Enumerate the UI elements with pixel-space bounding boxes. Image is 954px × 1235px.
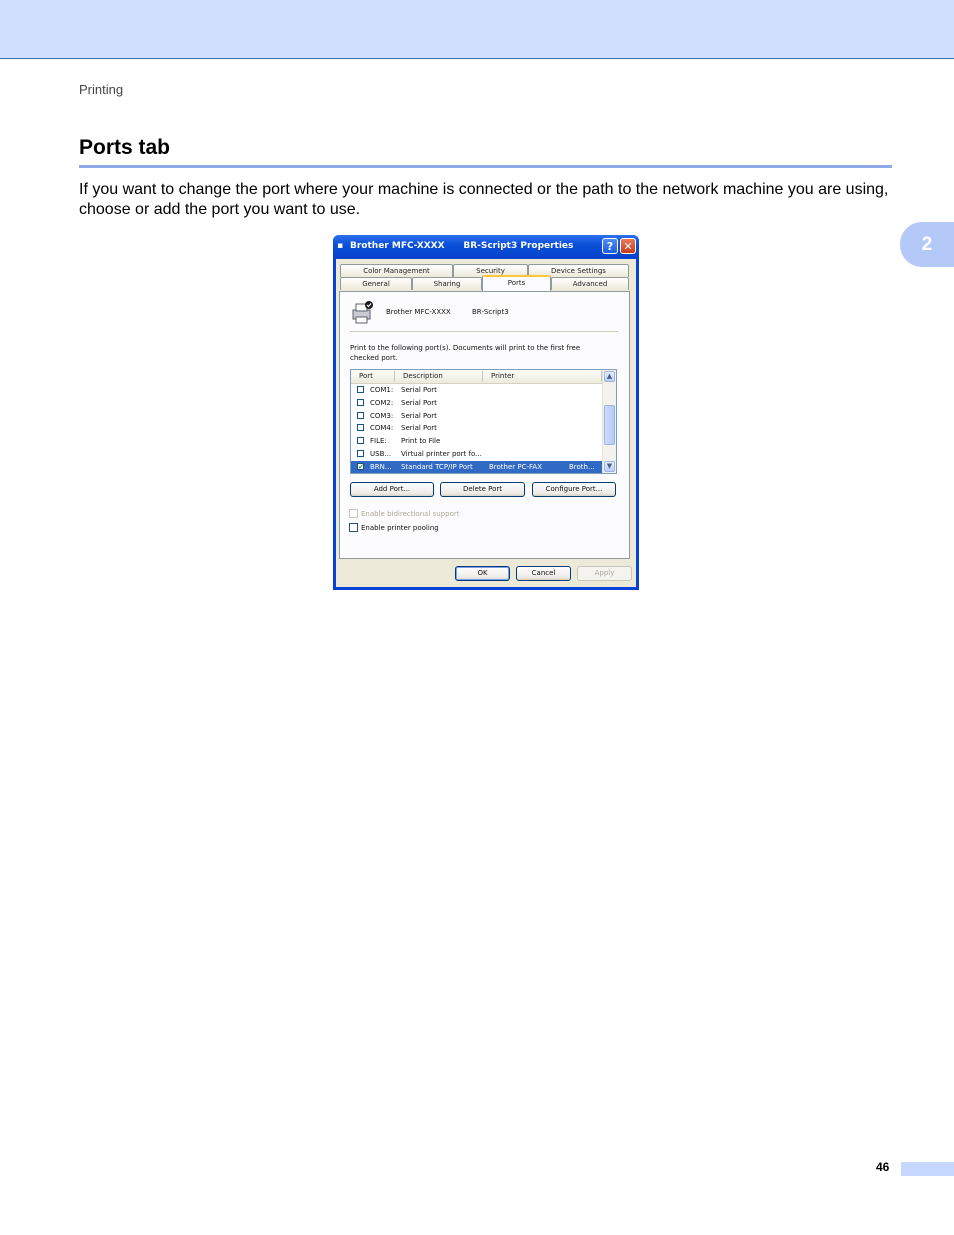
column-divider [394, 371, 395, 381]
bidirectional-label: Enable bidirectional support [361, 510, 460, 518]
chapter-tab: 2 [900, 222, 954, 267]
port-row[interactable]: COM2: Serial Port [351, 397, 603, 409]
port-checkbox[interactable] [357, 450, 364, 457]
port-description: Virtual printer port fo... [401, 450, 482, 458]
pooling-checkbox[interactable] [349, 523, 358, 532]
port-name: COM4: [370, 424, 394, 433]
column-port[interactable]: Port [359, 372, 373, 380]
add-port-button[interactable]: Add Port... [350, 482, 434, 497]
tab-general[interactable]: General [340, 277, 412, 290]
port-row[interactable]: COM4: Serial Port [351, 422, 603, 434]
page-number: 46 [876, 1160, 890, 1174]
printer-name: Brother MFC-XXXX [386, 308, 451, 316]
printer-suffix: BR-Script3 [472, 308, 509, 316]
column-description[interactable]: Description [403, 372, 443, 380]
tab-sharing[interactable]: Sharing [412, 277, 482, 290]
configure-port-button[interactable]: Configure Port... [532, 482, 616, 497]
cancel-button[interactable]: Cancel [516, 566, 571, 581]
instructions-line-1: Print to the following port(s). Document… [350, 344, 581, 352]
body-paragraph: If you want to change the port where you… [79, 181, 889, 218]
port-name: FILE: [370, 437, 387, 446]
port-description: Serial Port [401, 411, 437, 420]
port-checkbox[interactable] [357, 437, 364, 445]
help-button[interactable]: ? [602, 238, 618, 254]
port-printer-extra: Broth... [569, 462, 595, 471]
section-label: Printing [79, 82, 124, 97]
port-name: COM2: [370, 398, 394, 407]
port-name: COM1: [370, 386, 394, 394]
heading-rule [79, 165, 892, 168]
close-button[interactable]: ✕ [620, 238, 636, 254]
vertical-scrollbar[interactable]: ▲ ▼ [602, 370, 616, 473]
column-printer[interactable]: Printer [491, 372, 514, 380]
port-description: Standard TCP/IP Port [401, 462, 473, 471]
dialog-title: Brother MFC-XXXX BR-Script3 Properties [350, 241, 574, 251]
printer-icon [352, 301, 373, 324]
printer-properties-dialog: ▪ Brother MFC-XXXX BR-Script3 Properties… [333, 235, 639, 590]
printer-title-icon: ▪ [337, 241, 344, 251]
dialog-titlebar: ▪ Brother MFC-XXXX BR-Script3 Properties… [333, 235, 639, 259]
port-name: COM3: [370, 411, 394, 420]
port-description: Serial Port [401, 424, 437, 433]
tab-ports[interactable]: Ports [482, 275, 551, 291]
port-checkbox[interactable] [357, 398, 364, 406]
port-printer: Brother PC-FAX [489, 462, 543, 471]
tab-color-management[interactable]: Color Management [340, 264, 453, 277]
port-description: Serial Port [401, 386, 437, 394]
port-row[interactable]: COM3: Serial Port [351, 410, 603, 422]
port-row[interactable]: COM1: Serial Port [351, 384, 603, 396]
port-description: Print to File [401, 437, 441, 446]
port-checkbox[interactable] [357, 386, 364, 393]
port-name: USB... [370, 450, 392, 458]
port-name: BRN... [370, 462, 392, 471]
delete-port-button[interactable]: Delete Port [440, 482, 525, 497]
port-checkbox[interactable] [357, 424, 364, 432]
ports-list[interactable]: Port Description Printer COM1: Serial Por… [350, 369, 617, 474]
port-row[interactable]: FILE: Print to File [351, 435, 603, 447]
page-heading: Ports tab [79, 136, 171, 159]
port-row[interactable]: USB... Virtual printer port fo... [351, 448, 603, 460]
ok-button[interactable]: OK [455, 566, 510, 581]
column-divider [482, 371, 483, 381]
scroll-up-icon[interactable]: ▲ [604, 371, 615, 382]
scroll-down-icon[interactable]: ▼ [604, 461, 615, 472]
apply-button[interactable]: Apply [577, 566, 632, 581]
bidirectional-checkbox[interactable] [349, 509, 358, 518]
footer-bar [901, 1162, 954, 1176]
list-header: Port Description Printer [351, 370, 603, 384]
port-checkbox[interactable] [357, 411, 364, 419]
separator [350, 331, 618, 332]
ports-panel: Brother MFC-XXXX BR-Script3 Print to the… [339, 291, 630, 559]
port-description: Serial Port [401, 398, 437, 407]
tab-advanced[interactable]: Advanced [551, 277, 629, 290]
header-band [0, 0, 954, 59]
dialog-client: Color Management Security Device Setting… [336, 259, 636, 587]
instructions-line-2: checked port. [350, 354, 398, 362]
port-row[interactable]: ✔ BRN... Standard TCP/IP Port Brother PC-FA… [351, 460, 603, 473]
scroll-thumb[interactable] [604, 405, 615, 445]
pooling-label: Enable printer pooling [361, 524, 439, 532]
port-checkbox[interactable]: ✔ [357, 462, 364, 470]
